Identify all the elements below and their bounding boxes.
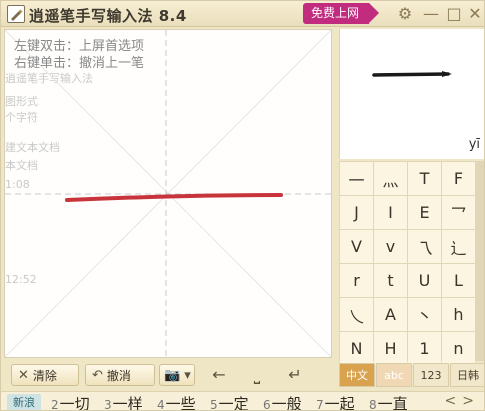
candidate-cell[interactable]: F (442, 162, 475, 195)
candidate-cell[interactable]: V (340, 230, 373, 263)
close-icon: ✕ (18, 367, 29, 383)
undo-button[interactable]: ↶ 撤消 (85, 364, 155, 386)
candidate-number: 4 (157, 398, 165, 411)
candidate-text: 一切 (59, 395, 90, 411)
minimize-button[interactable]: — (421, 4, 441, 24)
candidate-text: 一样 (112, 395, 143, 411)
candidate-grid: 一 灬 T F J I E 乛 V v 乁 辶 r t U L 乀 A 丶 h … (339, 161, 484, 365)
window-title: 逍遥笔手写输入法 8.4 (29, 7, 187, 25)
candidate-cell[interactable]: 辶 (442, 230, 475, 263)
camera-icon: 📷 (164, 367, 181, 383)
candidate-text: 一直 (377, 395, 408, 411)
candidate-cell[interactable]: A (374, 298, 407, 331)
candidate-cell[interactable]: H (374, 332, 407, 365)
candidate-item[interactable]: 5一定 (210, 393, 249, 411)
candidate-number: 7 (316, 398, 324, 411)
candidate-cell[interactable]: I (374, 196, 407, 229)
canvas-toolbar: ✕ 清除 ↶ 撤消 📷 ▾ ← ⎵ ↵ (1, 363, 339, 389)
space-button[interactable]: ⎵ (247, 365, 267, 385)
gear-icon: ⚙ (397, 4, 413, 23)
chevron-down-icon: ▾ (184, 367, 191, 383)
candidate-number: 2 (51, 398, 59, 411)
pen-icon (7, 5, 25, 23)
candidate-text: 一定 (218, 395, 249, 411)
clear-button[interactable]: ✕ 清除 (11, 364, 79, 386)
candidate-item[interactable]: 7一起 (316, 393, 355, 411)
candidate-number: 6 (263, 398, 271, 411)
camera-button[interactable]: 📷 ▾ (159, 364, 195, 386)
candidate-cell[interactable]: 灬 (374, 162, 407, 195)
candidate-cell[interactable]: 乛 (442, 196, 475, 229)
candidate-number: 5 (210, 398, 218, 411)
candidate-cell[interactable]: U (408, 264, 441, 297)
maximize-button[interactable]: □ (444, 4, 464, 24)
candidate-bar: 新浪 2一切 3一样 4一些 5一定 6一般 7一起 8一直 <> (1, 391, 484, 411)
candidate-cell[interactable]: h (442, 298, 475, 331)
candidate-cell[interactable]: n (442, 332, 475, 365)
candidate-cell[interactable]: 丶 (408, 298, 441, 331)
hint-right-click: 右键单击：撤消上一笔 (14, 56, 145, 71)
candidate-cell[interactable]: 乁 (408, 230, 441, 263)
undo-label: 撤消 (106, 368, 131, 383)
title-bar[interactable]: 逍遥笔手写输入法 8.4 免费上网 ⚙ — □ ✕ (1, 1, 484, 27)
candidate-item[interactable]: 8一直 (369, 393, 408, 411)
handwriting-input-window: 逍遥笔手写输入法 8.4 免费上网 ⚙ — □ ✕ 逍遥笔手写输入法 图形式 个… (0, 0, 485, 411)
mode-tab-japanese-korean[interactable]: 日韩 (450, 363, 484, 387)
undo-icon: ↶ (92, 367, 103, 383)
candidate-cell[interactable]: r (340, 264, 373, 297)
free-net-button[interactable]: 免费上网 (303, 3, 380, 24)
candidate-item[interactable]: 6一般 (263, 393, 302, 411)
enter-button[interactable]: ↵ (285, 365, 305, 385)
candidate-item[interactable]: 4一些 (157, 393, 196, 411)
mode-tab-123[interactable]: 123 (413, 363, 449, 387)
clear-label: 清除 (32, 368, 57, 383)
candidate-cell[interactable]: 1 (408, 332, 441, 365)
candidate-page-controls: <> (445, 393, 480, 409)
candidate-item[interactable]: 3一样 (104, 393, 143, 411)
close-button[interactable]: ✕ (465, 4, 484, 24)
handwriting-canvas[interactable]: 逍遥笔手写输入法 图形式 个字符 建文本文档 本文档 1:08 12:52 左键… (4, 29, 332, 358)
candidate-cell[interactable]: L (442, 264, 475, 297)
candidate-text: 一般 (271, 395, 302, 411)
candidate-number: 3 (104, 398, 112, 411)
candidate-cell[interactable]: v (374, 230, 407, 263)
mode-tab-chinese[interactable]: 中文 (339, 363, 375, 387)
candidate-number: 8 (369, 398, 377, 411)
candidate-text: 一起 (324, 395, 355, 411)
settings-button[interactable]: ⚙ (395, 4, 415, 24)
pinyin-label: yī (468, 137, 480, 152)
candidate-cell[interactable]: J (340, 196, 373, 229)
source-badge: 新浪 (7, 394, 41, 410)
canvas-guides (5, 30, 331, 357)
candidate-cell[interactable]: N (340, 332, 373, 365)
mode-tab-abc[interactable]: abc (376, 363, 412, 387)
candidate-cell[interactable]: t (374, 264, 407, 297)
candidate-text: 一些 (165, 395, 196, 411)
candidate-cell[interactable]: T (408, 162, 441, 195)
prev-page-button[interactable]: < (445, 393, 463, 409)
character-preview: yī (339, 29, 484, 159)
candidate-cell[interactable]: E (408, 196, 441, 229)
backspace-button[interactable]: ← (209, 365, 229, 385)
candidate-cell[interactable]: 乀 (340, 298, 373, 331)
candidate-cell[interactable]: 一 (340, 162, 373, 195)
candidate-item[interactable]: 2一切 (51, 393, 90, 411)
input-mode-tabs: 中文 abc 123 日韩 (339, 363, 484, 387)
preview-glyph (372, 71, 452, 77)
next-page-button[interactable]: > (462, 393, 480, 409)
